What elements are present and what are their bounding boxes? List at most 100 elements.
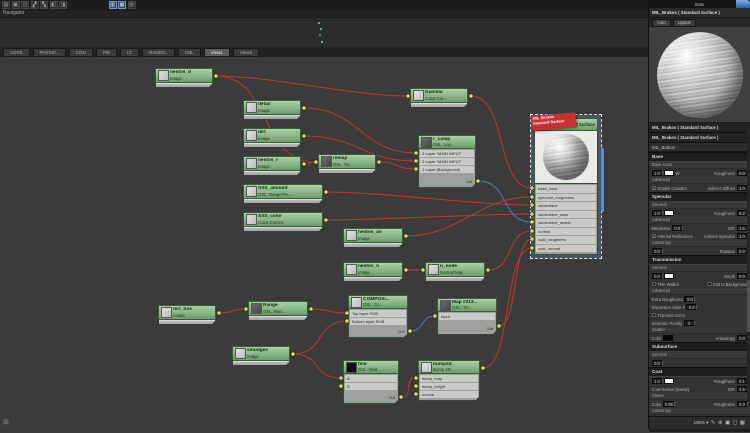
tab-con[interactable]: CON	[68, 47, 93, 57]
node-composi[interactable]: COMPOSI... OSL: Co... Top layer RGB Bottom …	[348, 295, 408, 338]
tab-lt[interactable]: LT	[120, 47, 139, 57]
param-value-field[interactable]: 0.0	[671, 225, 683, 231]
param-value-field[interactable]: 1.0	[736, 233, 748, 239]
node-smudges[interactable]: smudges Image	[232, 346, 290, 366]
move-tool-icon[interactable]: ▞	[30, 1, 39, 9]
node-sss-color[interactable]: SSS_color Color Correct	[243, 212, 323, 232]
node-bump2d[interactable]: bump2d Bump 2D bump_map bump_height normal	[418, 360, 480, 401]
node-range[interactable]: Range OSL: Ran...	[248, 301, 308, 321]
color-swatch[interactable]	[664, 378, 674, 384]
preview-button-auto[interactable]: Auto	[652, 18, 671, 27]
tab-view2[interactable]: View2	[232, 47, 260, 57]
checkbox[interactable]: ✓	[651, 185, 656, 191]
node-nestos-d[interactable]: nestos_d Image	[155, 68, 213, 88]
param-value-field[interactable]: 1.5	[736, 386, 748, 392]
navigator-minimap[interactable]	[0, 17, 648, 51]
material-input-row-coat-normal[interactable]: coat_normal	[536, 244, 596, 252]
navigator-panel[interactable]: Navigator	[0, 10, 648, 51]
node-gamma[interactable]: Gamma Color Cor...	[410, 88, 468, 108]
tab-view1[interactable]: View1	[203, 47, 230, 57]
layout-tool-icon[interactable]: ▚	[40, 1, 48, 9]
checkbox[interactable]	[651, 312, 656, 318]
section-header-coat[interactable]: Coat	[649, 367, 750, 377]
param-value-field[interactable]: 0.3	[736, 401, 748, 407]
node-fine[interactable]: fine OSL: Mult... A B Out	[343, 360, 399, 404]
node-sss-amount[interactable]: SSS_amount OSL: Range/Re...	[243, 184, 323, 204]
param-value-field[interactable]: 1.5	[736, 225, 748, 231]
param-value-field[interactable]: 0.0	[736, 273, 748, 279]
edit-icon[interactable]: ✎	[711, 420, 716, 426]
node-n-node[interactable]: n_node Normal Map	[425, 262, 485, 282]
zoom-in-icon[interactable]: ⊕	[718, 420, 723, 426]
tab-cnl[interactable]: CNL	[177, 47, 201, 57]
param-value-field[interactable]: 0.0	[686, 304, 698, 310]
material-input-row-subsurface[interactable]: subsurface	[536, 202, 596, 210]
color-swatch[interactable]	[662, 335, 673, 341]
param-value-field[interactable]: 0.0	[736, 170, 748, 176]
node-view-icon[interactable]: ◧	[49, 1, 58, 9]
color-swatch[interactable]	[664, 273, 674, 279]
param-value-field[interactable]: 0.05	[662, 401, 675, 407]
param-row: ✓ Enable Caustics Indirect Diffuse 1.0	[649, 184, 750, 192]
param-value-field[interactable]: 1.0	[651, 210, 663, 216]
param-value-field[interactable]: 1.0	[651, 378, 663, 384]
node-output-row: Out	[465, 179, 472, 184]
split-panel-icon[interactable]: ◫	[21, 1, 29, 9]
extra-view-icon[interactable]: ▧	[127, 1, 136, 9]
material-icon[interactable]: ▣	[11, 1, 20, 9]
checkbox[interactable]	[707, 281, 712, 287]
material-input-row-base-color[interactable]: base_color	[536, 185, 596, 193]
param-value-field[interactable]: 0.0	[684, 296, 696, 302]
node-nestos-r[interactable]: nestos_r Image	[243, 156, 301, 176]
checkbox[interactable]	[651, 281, 656, 287]
param-value-field[interactable]: 0.1	[736, 378, 748, 384]
rollout-header-1[interactable]: MIL_Brakos ( Standard Surface )	[649, 123, 750, 133]
tab-aovs[interactable]: AOVS	[3, 47, 30, 57]
rollout-header-2[interactable]: MIL_Brakos ( Standard Surface )	[649, 133, 750, 143]
material-input-row-subsurface-color[interactable]: subsurface_color	[536, 210, 596, 218]
section-header-transmission[interactable]: Transmission	[649, 255, 750, 265]
param-value-field[interactable]: 1.0	[736, 185, 748, 191]
node-r-comp[interactable]: r_comp OSL: Lay... 3 Layer "MAIN INPUT" 2 L…	[418, 135, 476, 188]
section-header-base[interactable]: Base	[649, 152, 750, 162]
color-swatch[interactable]	[664, 170, 674, 176]
node-mil-brakos[interactable]: MIL_Brakos Standard Surface Standard Surfa…	[530, 112, 604, 259]
param-value-field[interactable]: 0.0	[736, 248, 748, 254]
param-value-field[interactable]: 0.0	[651, 248, 663, 254]
material-input-row-coat-roughness[interactable]: coat_roughness	[536, 236, 596, 244]
zoom-region-icon[interactable]: ◻	[733, 420, 738, 426]
show-map-icon[interactable]: ▦	[118, 1, 126, 9]
param-value-field[interactable]: 0.2	[736, 210, 748, 216]
param-value-field[interactable]: 1.0	[651, 170, 663, 176]
param-value-field[interactable]: 0	[683, 320, 695, 326]
section-header-subsurface[interactable]: Subsurface	[649, 342, 750, 352]
node-nestos-n[interactable]: nestos_n Image	[343, 262, 403, 282]
pan-icon[interactable]: ▦	[740, 420, 745, 426]
param-value-field[interactable]: 0.0	[651, 273, 663, 279]
node-map-213[interactable]: Map #213... OSL: Tw... Input Out	[437, 298, 497, 335]
material-input-row-normal[interactable]: normal	[536, 227, 596, 235]
param-value-field[interactable]: 0.0	[651, 360, 663, 366]
material-preview[interactable]	[649, 27, 750, 123]
checkbox[interactable]: ✓	[651, 233, 656, 239]
node-output-row: Out	[388, 395, 395, 400]
material-input-row-specular-roughness[interactable]: specular_roughness	[536, 193, 596, 201]
node-detail[interactable]: detail Image	[243, 100, 301, 120]
node-dirt-fine[interactable]: dirt_fine Image	[158, 305, 216, 325]
show-grid-icon[interactable]: ▥	[108, 1, 117, 9]
section-header-specular[interactable]: Specular	[649, 192, 750, 202]
material-input-row-subsurface-radius[interactable]: subsurface_radius	[536, 219, 596, 227]
zoom-extents-icon[interactable]: ▣	[725, 420, 730, 426]
select-tool-icon[interactable]: ▤	[2, 1, 10, 9]
node-remap[interactable]: remap OSL: Tw...	[318, 154, 376, 174]
list-view-icon[interactable]: ◨	[59, 1, 67, 9]
node-dirt[interactable]: dirt Image	[243, 128, 301, 148]
param-value-field[interactable]: 0.0	[736, 335, 748, 341]
tab-rando[interactable]: RANDO..	[141, 47, 175, 57]
color-swatch[interactable]	[664, 210, 674, 216]
node-nestos-ao[interactable]: nestos_ao Image	[343, 228, 403, 248]
zoom-level[interactable]: 100% ▾	[694, 420, 709, 426]
tab-physic[interactable]: PHYSIC..	[32, 47, 66, 57]
preview-button-update[interactable]: Update	[672, 18, 697, 27]
tab-pw[interactable]: PW	[95, 47, 118, 57]
